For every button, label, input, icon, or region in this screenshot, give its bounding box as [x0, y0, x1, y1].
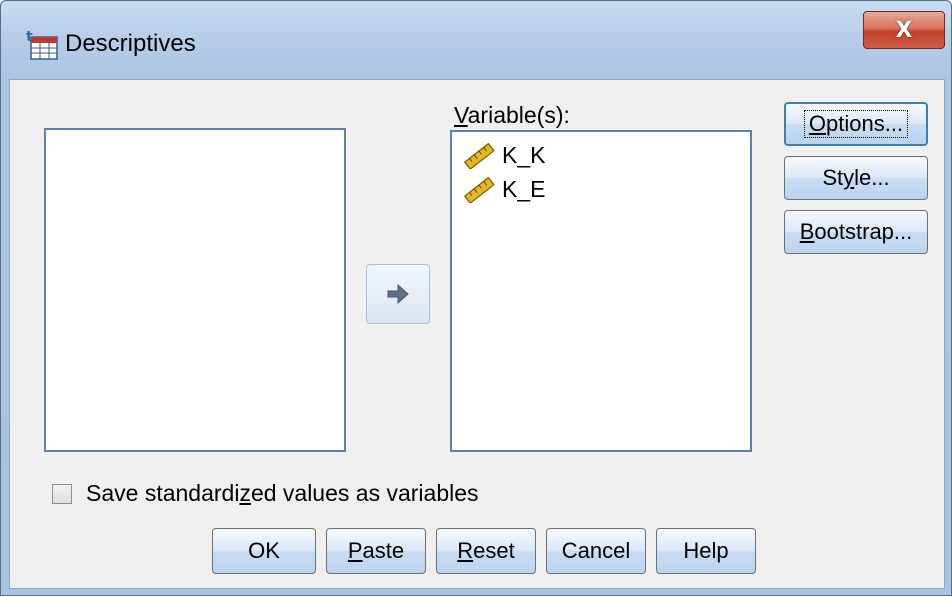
- variable-name: K_K: [502, 142, 546, 168]
- source-variable-list[interactable]: [44, 128, 346, 452]
- close-icon: X: [895, 17, 913, 43]
- list-item[interactable]: K_E: [462, 176, 545, 203]
- right-arrow-icon: [387, 283, 409, 305]
- title-bar[interactable]: t Descriptives X: [1, 1, 951, 79]
- ok-button[interactable]: OK: [212, 528, 316, 574]
- help-button[interactable]: Help: [656, 528, 756, 574]
- paste-button[interactable]: Paste: [326, 528, 426, 574]
- window-title: Descriptives: [65, 30, 196, 57]
- save-standardized-label: Save standardized values as variables: [86, 480, 479, 506]
- selected-variables-list[interactable]: K_K K_E: [450, 130, 752, 452]
- svg-text:t: t: [26, 29, 33, 45]
- variables-label: Variable(s):: [454, 102, 570, 128]
- reset-button[interactable]: Reset: [436, 528, 536, 574]
- style-button[interactable]: Style...: [784, 156, 928, 200]
- scale-ruler-icon: [463, 176, 495, 203]
- descriptives-dialog: t Descriptives X Variable(s): K_K K_E Op…: [0, 0, 952, 596]
- options-button[interactable]: Options...: [784, 102, 928, 146]
- dialog-body: Variable(s): K_K K_E Options... Style...…: [9, 79, 945, 589]
- list-item[interactable]: K_K: [462, 142, 545, 169]
- scale-ruler-icon: [463, 142, 495, 169]
- bootstrap-button[interactable]: Bootstrap...: [784, 210, 928, 254]
- move-variable-button[interactable]: [366, 264, 430, 324]
- variable-name: K_E: [502, 176, 546, 202]
- save-standardized-checkbox[interactable]: [52, 483, 72, 504]
- save-standardized-checkbox-row[interactable]: Save standardized values as variables: [52, 480, 479, 507]
- cancel-button[interactable]: Cancel: [546, 528, 646, 574]
- spss-dialog-icon: t: [26, 29, 58, 60]
- close-button[interactable]: X: [863, 11, 945, 49]
